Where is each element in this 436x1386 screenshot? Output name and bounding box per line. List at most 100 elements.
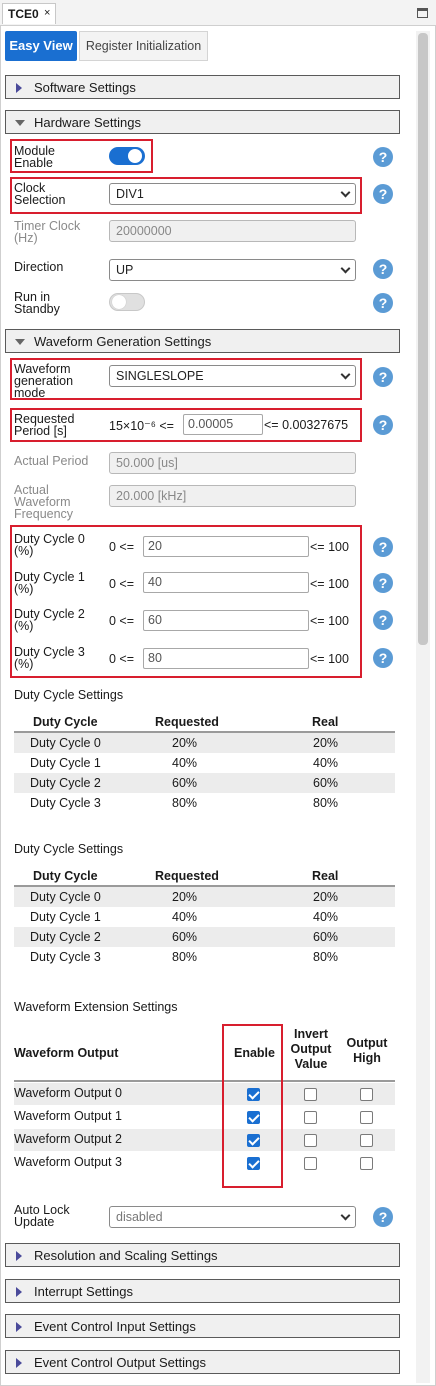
help-icon[interactable]: ?: [373, 415, 393, 435]
cell: Waveform Output 3: [14, 1155, 122, 1169]
help-icon[interactable]: ?: [373, 367, 393, 387]
direction-label: Direction: [14, 260, 64, 274]
cell: 20%: [172, 736, 198, 750]
chevron-right-icon: [16, 83, 22, 93]
toggle-knob: [112, 295, 126, 309]
high-checkbox-2[interactable]: [360, 1134, 373, 1147]
invert-checkbox-2[interactable]: [304, 1134, 317, 1147]
section-waveform-generation-settings[interactable]: Waveform Generation Settings: [5, 329, 400, 353]
dropdown-value: disabled: [116, 1210, 163, 1224]
section-interrupt-settings[interactable]: Interrupt Settings: [5, 1279, 400, 1303]
enable-checkbox-2[interactable]: [247, 1134, 260, 1147]
column-header: Invert Output Value: [288, 1027, 334, 1072]
table-row: Duty Cycle 2 60% 60%: [14, 773, 395, 793]
waveform-mode-dropdown[interactable]: SINGLESLOPE: [109, 365, 356, 387]
requested-period-input[interactable]: 0.00005: [183, 414, 263, 435]
clock-selection-dropdown[interactable]: DIV1: [109, 183, 356, 205]
duty-cycle-2-input[interactable]: 60: [143, 610, 309, 631]
label-line: (Hz): [14, 231, 38, 245]
chevron-down-icon: [15, 120, 25, 126]
duty-cycle-0-label: Duty Cycle 0 (%): [14, 533, 85, 558]
cell: 40%: [313, 756, 339, 770]
table-row: Duty Cycle 0 20% 20%: [14, 733, 395, 753]
help-icon[interactable]: ?: [373, 573, 393, 593]
help-icon[interactable]: ?: [373, 184, 393, 204]
duty-cycle-0-input[interactable]: 20: [143, 536, 309, 557]
cell: 80%: [313, 796, 339, 810]
cell: Duty Cycle 3: [30, 796, 101, 810]
duty-cycle-3-min: 0 <=: [109, 652, 135, 666]
high-checkbox-3[interactable]: [360, 1157, 373, 1170]
cell: 20%: [313, 890, 339, 904]
help-icon[interactable]: ?: [373, 293, 393, 313]
clock-selection-label: Clock Selection: [14, 182, 65, 207]
scrollbar-thumb[interactable]: [418, 33, 428, 645]
dropdown-value: DIV1: [116, 187, 144, 201]
dropdown-value: SINGLESLOPE: [116, 369, 204, 383]
actual-frequency-field: 20.000 [kHz]: [109, 485, 356, 507]
cell: 80%: [172, 950, 198, 964]
label-line: (%): [14, 544, 34, 558]
section-event-control-output-settings[interactable]: Event Control Output Settings: [5, 1350, 400, 1374]
chevron-down-icon: [15, 339, 25, 345]
close-icon[interactable]: ×: [44, 7, 50, 19]
high-checkbox-1[interactable]: [360, 1111, 373, 1124]
section-event-control-input-settings[interactable]: Event Control Input Settings: [5, 1314, 400, 1338]
run-in-standby-label: Run in Standby: [14, 291, 60, 316]
module-enable-toggle[interactable]: [109, 147, 145, 165]
cell: Duty Cycle 2: [30, 930, 101, 944]
waveform-mode-label: Waveform generation mode: [14, 363, 73, 400]
maximize-icon[interactable]: [417, 8, 428, 18]
help-icon[interactable]: ?: [373, 1207, 393, 1227]
duty-table-title: Duty Cycle Settings: [14, 688, 124, 702]
duty-cycle-1-label: Duty Cycle 1 (%): [14, 571, 85, 596]
duty-cycle-2-min: 0 <=: [109, 614, 135, 628]
section-software-settings[interactable]: Software Settings: [5, 75, 400, 99]
cell: 80%: [172, 796, 198, 810]
duty-cycle-3-input[interactable]: 80: [143, 648, 309, 669]
cell: 60%: [172, 930, 198, 944]
label-line: Frequency: [14, 507, 74, 521]
cell: 80%: [313, 950, 339, 964]
invert-checkbox-3[interactable]: [304, 1157, 317, 1170]
label-line: (%): [14, 657, 34, 671]
column-header: Duty Cycle: [33, 715, 98, 729]
toggle-knob: [128, 149, 142, 163]
table-row: Duty Cycle 1 40% 40%: [14, 907, 395, 927]
chevron-down-icon: [340, 369, 351, 380]
tab-register-initialization[interactable]: Register Initialization: [79, 31, 208, 61]
column-header: Real: [312, 715, 339, 729]
tab-easy-view[interactable]: Easy View: [5, 31, 77, 61]
actual-period-field: 50.000 [us]: [109, 452, 356, 474]
section-resolution-scaling-settings[interactable]: Resolution and Scaling Settings: [5, 1243, 400, 1267]
help-icon[interactable]: ?: [373, 610, 393, 630]
run-in-standby-toggle[interactable]: [109, 293, 145, 311]
section-title: Resolution and Scaling Settings: [34, 1248, 218, 1263]
dropdown-value: UP: [116, 263, 134, 277]
column-header: Waveform Output: [14, 1046, 119, 1060]
table-row: Duty Cycle 1 40% 40%: [14, 753, 395, 773]
high-checkbox-0[interactable]: [360, 1088, 373, 1101]
tab-tce0[interactable]: TCE0 ×: [2, 3, 56, 24]
cell: Duty Cycle 1: [30, 910, 101, 924]
enable-checkbox-0[interactable]: [247, 1088, 260, 1101]
window-title-bar: [0, 0, 436, 26]
section-hardware-settings[interactable]: Hardware Settings: [5, 110, 400, 134]
timer-clock-field: 20000000: [109, 220, 356, 242]
auto-lock-dropdown[interactable]: disabled: [109, 1206, 356, 1228]
column-header: Real: [312, 869, 339, 883]
invert-checkbox-0[interactable]: [304, 1088, 317, 1101]
tab-title: TCE0: [8, 7, 39, 21]
section-title: Hardware Settings: [34, 115, 141, 130]
help-icon[interactable]: ?: [373, 537, 393, 557]
header-line: Value: [294, 1057, 328, 1071]
chevron-down-icon: [340, 263, 351, 274]
direction-dropdown[interactable]: UP: [109, 259, 356, 281]
enable-checkbox-3[interactable]: [247, 1157, 260, 1170]
help-icon[interactable]: ?: [373, 259, 393, 279]
invert-checkbox-1[interactable]: [304, 1111, 317, 1124]
duty-cycle-1-input[interactable]: 40: [143, 572, 309, 593]
help-icon[interactable]: ?: [373, 648, 393, 668]
help-icon[interactable]: ?: [373, 147, 393, 167]
enable-checkbox-1[interactable]: [247, 1111, 260, 1124]
